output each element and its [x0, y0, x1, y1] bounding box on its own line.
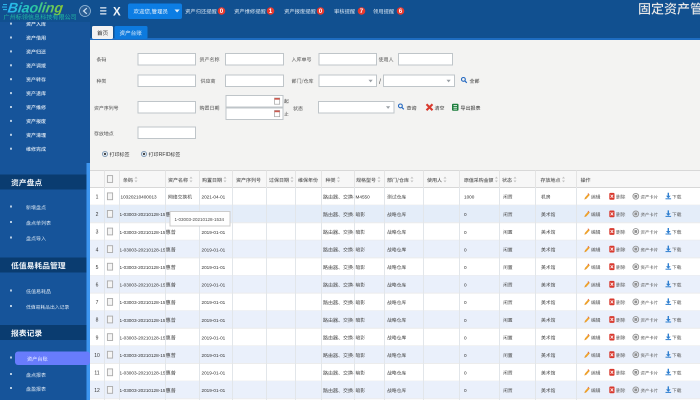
svg-text:7: 7 — [96, 300, 99, 306]
svg-text:Biaoling: Biaoling — [7, 0, 65, 15]
svg-text:8: 8 — [96, 318, 99, 324]
svg-text:11: 11 — [94, 371, 99, 377]
svg-text:M4550: M4550 — [356, 195, 371, 200]
svg-text:0: 0 — [319, 8, 323, 15]
svg-text:1: 1 — [269, 8, 273, 15]
svg-text:10: 10 — [94, 353, 100, 359]
svg-text:1: 1 — [96, 195, 99, 201]
svg-text:0: 0 — [220, 8, 224, 15]
svg-text:2: 2 — [96, 212, 99, 218]
svg-text:/: / — [379, 79, 381, 86]
svg-text:12: 12 — [94, 388, 100, 394]
svg-text:RFID: RFID — [159, 152, 171, 158]
svg-text:1000: 1000 — [464, 195, 475, 200]
svg-text:2021-04-01: 2021-04-01 — [202, 195, 226, 200]
svg-text:6: 6 — [399, 8, 403, 15]
svg-text:X: X — [113, 7, 121, 19]
svg-text:9: 9 — [96, 335, 99, 341]
svg-text:5: 5 — [96, 265, 99, 271]
svg-text:10320210400013: 10320210400013 — [121, 195, 158, 200]
svg-text:7: 7 — [360, 8, 364, 15]
svg-text:6: 6 — [96, 283, 99, 289]
svg-text:1-03003-20210128-1534: 1-03003-20210128-1534 — [175, 217, 225, 222]
svg-text:3: 3 — [96, 230, 99, 236]
svg-text:4: 4 — [96, 247, 99, 253]
